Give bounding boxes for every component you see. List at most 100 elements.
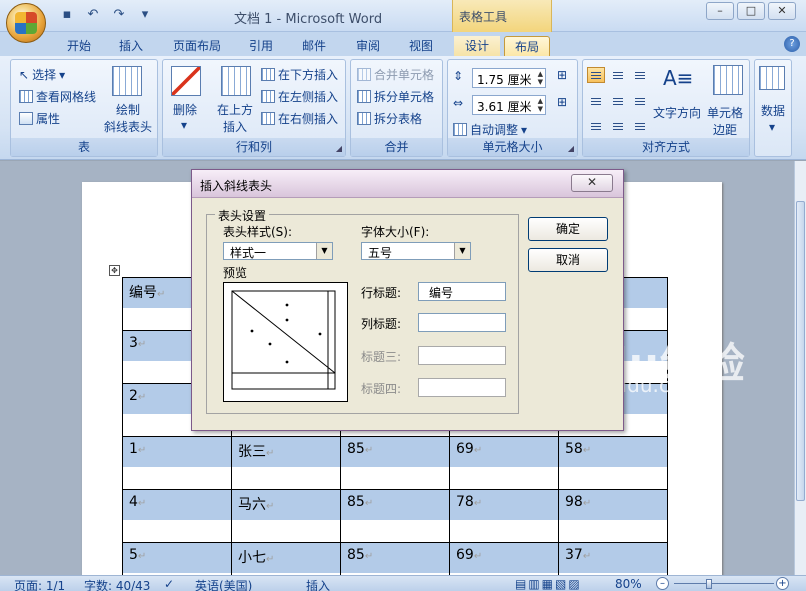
table-cell[interactable]: 85↵ [340, 436, 450, 490]
delete-button[interactable]: 删除 [173, 101, 197, 118]
group-cell-size: ⇕ 1.75 厘米 ▲ ▼ ⊞ ⇔ 3.61 厘米 ▲ ▼ ⊞ 自动调整 ▾ 单元格大小 … [447, 59, 578, 157]
data-icon[interactable] [759, 66, 785, 90]
table-cell[interactable]: 张三↵ [231, 436, 341, 490]
cancel-button[interactable]: 取消 [528, 248, 608, 272]
minimize-button[interactable]: – [706, 2, 734, 20]
zoom-in-icon[interactable]: + [776, 577, 789, 590]
text-direction-icon[interactable]: A≡ [663, 66, 693, 90]
office-button[interactable] [6, 3, 46, 43]
tab-home[interactable]: 开始 [60, 36, 98, 56]
split-cells-button[interactable]: 拆分单元格 [357, 88, 434, 105]
table-cell[interactable]: 4↵ [122, 489, 232, 543]
close-button[interactable]: ✕ [768, 2, 796, 20]
insert-above-icon[interactable] [221, 66, 251, 96]
row-height-input[interactable]: 1.75 厘米 ▲ ▼ [472, 68, 546, 88]
table-cell[interactable]: 马六↵ [231, 489, 341, 543]
draw-diagonal-header-icon[interactable] [112, 66, 142, 96]
align-middle-left-button[interactable] [587, 93, 605, 109]
dialog-launcher-icon[interactable]: ◢ [336, 144, 342, 153]
qat-customize-button[interactable]: ▾ [136, 7, 154, 23]
split-table-button[interactable]: 拆分表格 [357, 110, 422, 127]
align-middle-right-button[interactable] [631, 93, 649, 109]
insert-mode-indicator[interactable]: 插入 [306, 577, 330, 591]
delete-icon[interactable] [171, 66, 201, 96]
tab-insert[interactable]: 插入 [112, 36, 150, 56]
dialog-launcher-icon[interactable]: ◢ [568, 144, 574, 153]
table-cell[interactable]: 85↵ [340, 489, 450, 543]
header-style-select[interactable]: 样式一 ▼ [223, 242, 333, 260]
insert-right-button[interactable]: 在右侧插入 [261, 110, 338, 127]
insert-above-label-2[interactable]: 插入 [223, 118, 247, 135]
spinner-icon[interactable]: ▲ ▼ [538, 97, 543, 113]
word-count[interactable]: 字数: 40/43 [84, 577, 150, 591]
distribute-columns-icon[interactable]: ⊞ [557, 95, 567, 109]
align-top-left-button[interactable] [587, 67, 605, 83]
cursor-arrow-icon: ↖ [19, 67, 30, 82]
column-title-input[interactable] [418, 313, 506, 332]
dialog-close-button[interactable]: ✕ [571, 174, 613, 192]
help-icon[interactable]: ? [784, 36, 800, 52]
zoom-out-icon[interactable]: – [656, 577, 669, 590]
table-cell[interactable]: 58↵ [558, 436, 668, 490]
tab-design[interactable]: 设计 [454, 36, 500, 56]
cell-margins-button[interactable]: 单元格 [707, 104, 743, 121]
align-bottom-right-button[interactable] [631, 118, 649, 134]
merge-cells-button[interactable]: 合并单元格 [357, 66, 434, 83]
align-bottom-center-button[interactable] [609, 118, 627, 134]
properties-button[interactable]: 属性 [19, 110, 60, 127]
insert-below-button[interactable]: 在下方插入 [261, 66, 338, 83]
cell-text: 马六↵ [232, 490, 340, 520]
align-middle-center-button[interactable] [609, 93, 627, 109]
cell-margins-icon[interactable] [713, 65, 743, 95]
proofing-icon[interactable]: ✓ [164, 577, 174, 591]
vertical-scrollbar[interactable] [794, 161, 806, 575]
align-top-center-button[interactable] [609, 67, 627, 83]
save-icon[interactable]: ▪ [58, 7, 76, 23]
language-indicator[interactable]: 英语(美国) [195, 577, 252, 591]
insert-above-button[interactable]: 在上方 [217, 101, 253, 118]
maximize-button[interactable]: □ [737, 2, 765, 20]
tab-layout[interactable]: 布局 [504, 36, 550, 56]
zoom-level[interactable]: 80% [615, 577, 642, 591]
redo-icon[interactable]: ↷ [110, 7, 128, 23]
draw-diagonal-label-1[interactable]: 绘制 [116, 101, 140, 118]
align-bottom-left-button[interactable] [587, 118, 605, 134]
data-button[interactable]: 数据 [761, 102, 785, 119]
font-size-select[interactable]: 五号 ▼ [361, 242, 471, 260]
tab-references[interactable]: 引用 [242, 36, 280, 56]
cell-margins-label-2[interactable]: 边距 [713, 121, 737, 138]
autofit-button[interactable]: 自动调整 ▾ [453, 121, 527, 138]
tab-view[interactable]: 视图 [402, 36, 440, 56]
paragraph-mark: ↵ [137, 445, 147, 456]
table-cell[interactable]: 78↵ [449, 489, 559, 543]
select-button[interactable]: ↖ 选择 ▾ [19, 66, 65, 83]
table-move-handle-icon[interactable]: ✥ [109, 265, 120, 276]
table-cell[interactable]: 98↵ [558, 489, 668, 543]
scrollbar-thumb[interactable] [796, 201, 805, 501]
insert-left-button[interactable]: 在左侧插入 [261, 88, 338, 105]
undo-icon[interactable]: ↶ [84, 7, 102, 23]
tab-review[interactable]: 审阅 [349, 36, 387, 56]
ok-button[interactable]: 确定 [528, 217, 608, 241]
column-width-input[interactable]: 3.61 厘米 ▲ ▼ [472, 95, 546, 115]
zoom-slider-thumb[interactable] [706, 579, 712, 589]
tab-page-layout[interactable]: 页面布局 [166, 36, 228, 56]
page-count[interactable]: 页面: 1/1 [14, 577, 65, 591]
tab-mailings[interactable]: 邮件 [295, 36, 333, 56]
table-cell[interactable]: 69↵ [449, 436, 559, 490]
title4-label: 标题四: [361, 382, 402, 396]
chevron-down-icon[interactable]: ▼ [316, 243, 332, 259]
zoom-slider[interactable] [674, 583, 774, 584]
row-title-input[interactable]: 编号 [418, 282, 506, 301]
spinner-icon[interactable]: ▲ ▼ [538, 70, 543, 86]
table-cell[interactable]: 1↵ [122, 436, 232, 490]
cell-text: 58↵ [559, 437, 667, 467]
draw-diagonal-label-2[interactable]: 斜线表头 [104, 118, 152, 135]
chevron-down-icon[interactable]: ▼ [454, 243, 470, 259]
view-buttons[interactable]: ▤▥▦▧▨ [515, 577, 582, 591]
view-gridlines-button[interactable]: 查看网格线 [19, 88, 96, 105]
row-title-label: 行标题: [361, 286, 402, 300]
text-direction-button[interactable]: 文字方向 [653, 104, 701, 121]
align-top-right-button[interactable] [631, 67, 649, 83]
distribute-rows-icon[interactable]: ⊞ [557, 68, 567, 82]
